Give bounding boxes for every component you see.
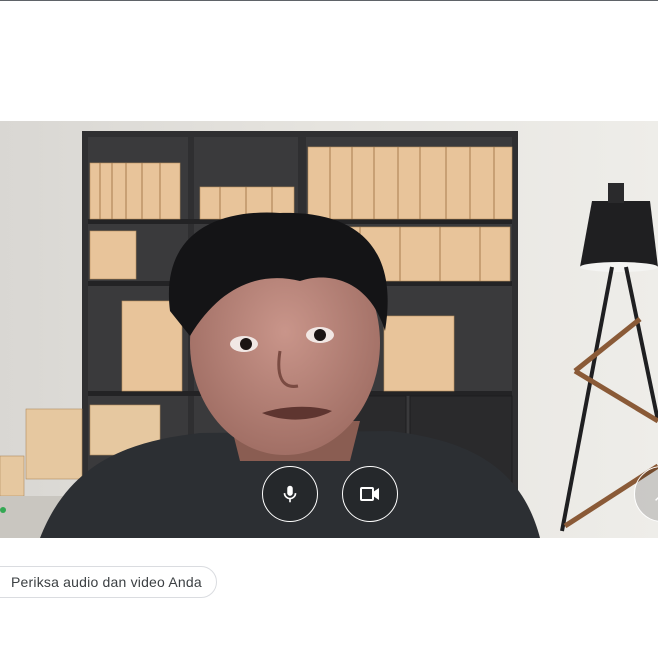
videocam-icon [360, 487, 379, 501]
window-top-border [0, 0, 658, 1]
check-audio-video-label: Periksa audio dan video Anda [11, 574, 202, 590]
camera-preview [0, 121, 658, 538]
microphone-icon [283, 485, 297, 503]
microphone-toggle-button[interactable] [262, 466, 318, 522]
camera-feed-image [0, 121, 658, 538]
camera-toggle-button[interactable] [342, 466, 398, 522]
check-audio-video-button[interactable]: Periksa audio dan video Anda [0, 566, 217, 598]
visual-effects-icon [655, 496, 658, 501]
